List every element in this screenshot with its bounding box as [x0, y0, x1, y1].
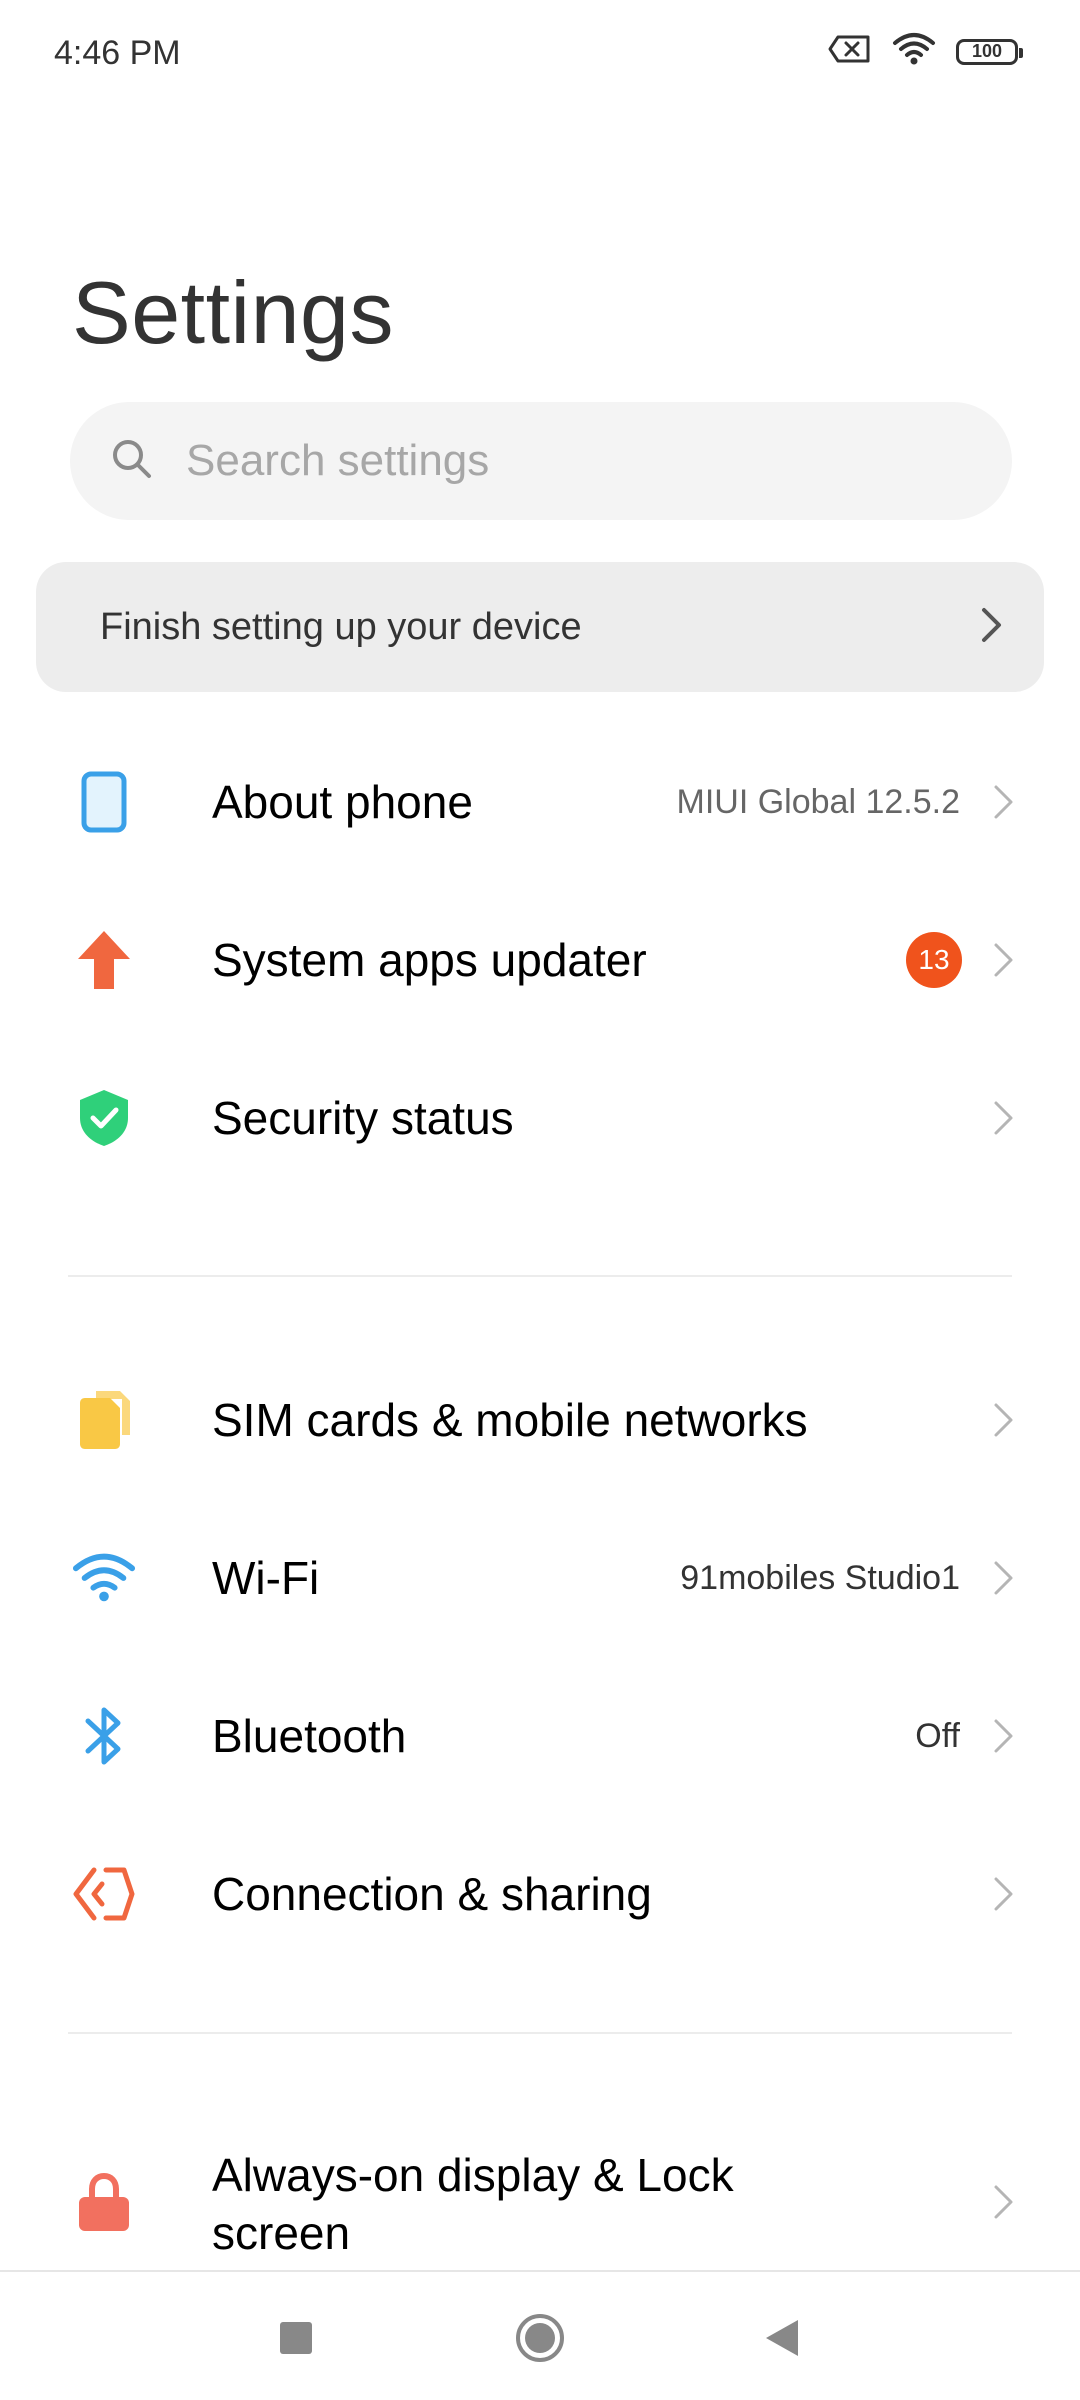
- settings-item-label: Wi-Fi: [212, 1552, 320, 1604]
- chevron-right-icon: [994, 1877, 1013, 1911]
- no-sim-icon: [828, 34, 872, 69]
- settings-item-label: Bluetooth: [212, 1710, 407, 1762]
- back-button[interactable]: [752, 2308, 812, 2368]
- chevron-right-icon: [994, 785, 1013, 819]
- navigation-bar: [0, 2270, 1080, 2400]
- settings-item-bluetooth[interactable]: Bluetooth Off: [0, 1656, 1080, 1816]
- share-connection-icon: [72, 1862, 136, 1926]
- settings-item-value: Off: [915, 1716, 960, 1755]
- settings-item-label: Security status: [212, 1092, 514, 1144]
- search-bar[interactable]: [70, 402, 1012, 520]
- search-input[interactable]: [184, 435, 948, 487]
- settings-item-about-phone[interactable]: About phone MIUI Global 12.5.2: [0, 722, 1080, 882]
- settings-item-label: SIM cards & mobile networks: [212, 1394, 808, 1446]
- battery-level: 100: [971, 41, 1003, 61]
- arrow-up-icon: [72, 928, 136, 992]
- battery-icon: 100: [956, 38, 1023, 65]
- settings-item-lock-screen[interactable]: Always-on display & Lock screen: [0, 2128, 1080, 2278]
- section-divider: [68, 2032, 1012, 2034]
- square-icon: [280, 2322, 312, 2354]
- update-count-badge: 13: [906, 932, 962, 988]
- settings-item-label: System apps updater: [212, 934, 647, 986]
- chevron-right-icon: [994, 1101, 1013, 1135]
- phone-icon: [72, 770, 136, 834]
- settings-item-security-status[interactable]: Security status: [0, 1038, 1080, 1198]
- search-icon: [110, 437, 154, 486]
- chevron-right-icon: [994, 2185, 1013, 2219]
- lock-icon: [72, 2170, 136, 2234]
- chevron-right-icon: [994, 1719, 1013, 1753]
- shield-check-icon: [72, 1086, 136, 1150]
- page-title: Settings: [72, 263, 394, 362]
- wifi-icon: [72, 1546, 136, 1610]
- settings-item-connection-sharing[interactable]: Connection & sharing: [0, 1814, 1080, 1974]
- status-icons: 100: [828, 32, 1023, 71]
- settings-item-value: 91mobiles Studio1: [680, 1558, 960, 1597]
- chevron-right-icon: [980, 606, 1004, 649]
- chevron-right-icon: [994, 1403, 1013, 1437]
- recents-button[interactable]: [266, 2308, 326, 2368]
- sim-card-icon: [72, 1388, 136, 1452]
- finish-setup-card[interactable]: Finish setting up your device: [36, 562, 1044, 692]
- triangle-back-icon: [766, 2320, 798, 2356]
- status-bar: 4:46 PM 100: [0, 0, 1080, 110]
- finish-setup-label: Finish setting up your device: [100, 605, 582, 648]
- wifi-status-icon: [892, 32, 936, 71]
- chevron-right-icon: [994, 943, 1013, 977]
- settings-item-wifi[interactable]: Wi-Fi 91mobiles Studio1: [0, 1498, 1080, 1658]
- settings-item-system-apps-updater[interactable]: System apps updater 13: [0, 880, 1080, 1040]
- settings-item-sim-cards[interactable]: SIM cards & mobile networks: [0, 1340, 1080, 1500]
- settings-item-label: About phone: [212, 776, 473, 828]
- settings-item-label: Always-on display & Lock screen: [212, 2149, 734, 2259]
- circle-icon: [516, 2314, 564, 2362]
- home-button[interactable]: [510, 2308, 570, 2368]
- bluetooth-icon: [72, 1704, 136, 1768]
- section-divider: [68, 1275, 1012, 1277]
- chevron-right-icon: [994, 1561, 1013, 1595]
- status-time: 4:46 PM: [54, 34, 181, 72]
- settings-item-value: MIUI Global 12.5.2: [676, 782, 960, 821]
- settings-item-label: Connection & sharing: [212, 1868, 652, 1920]
